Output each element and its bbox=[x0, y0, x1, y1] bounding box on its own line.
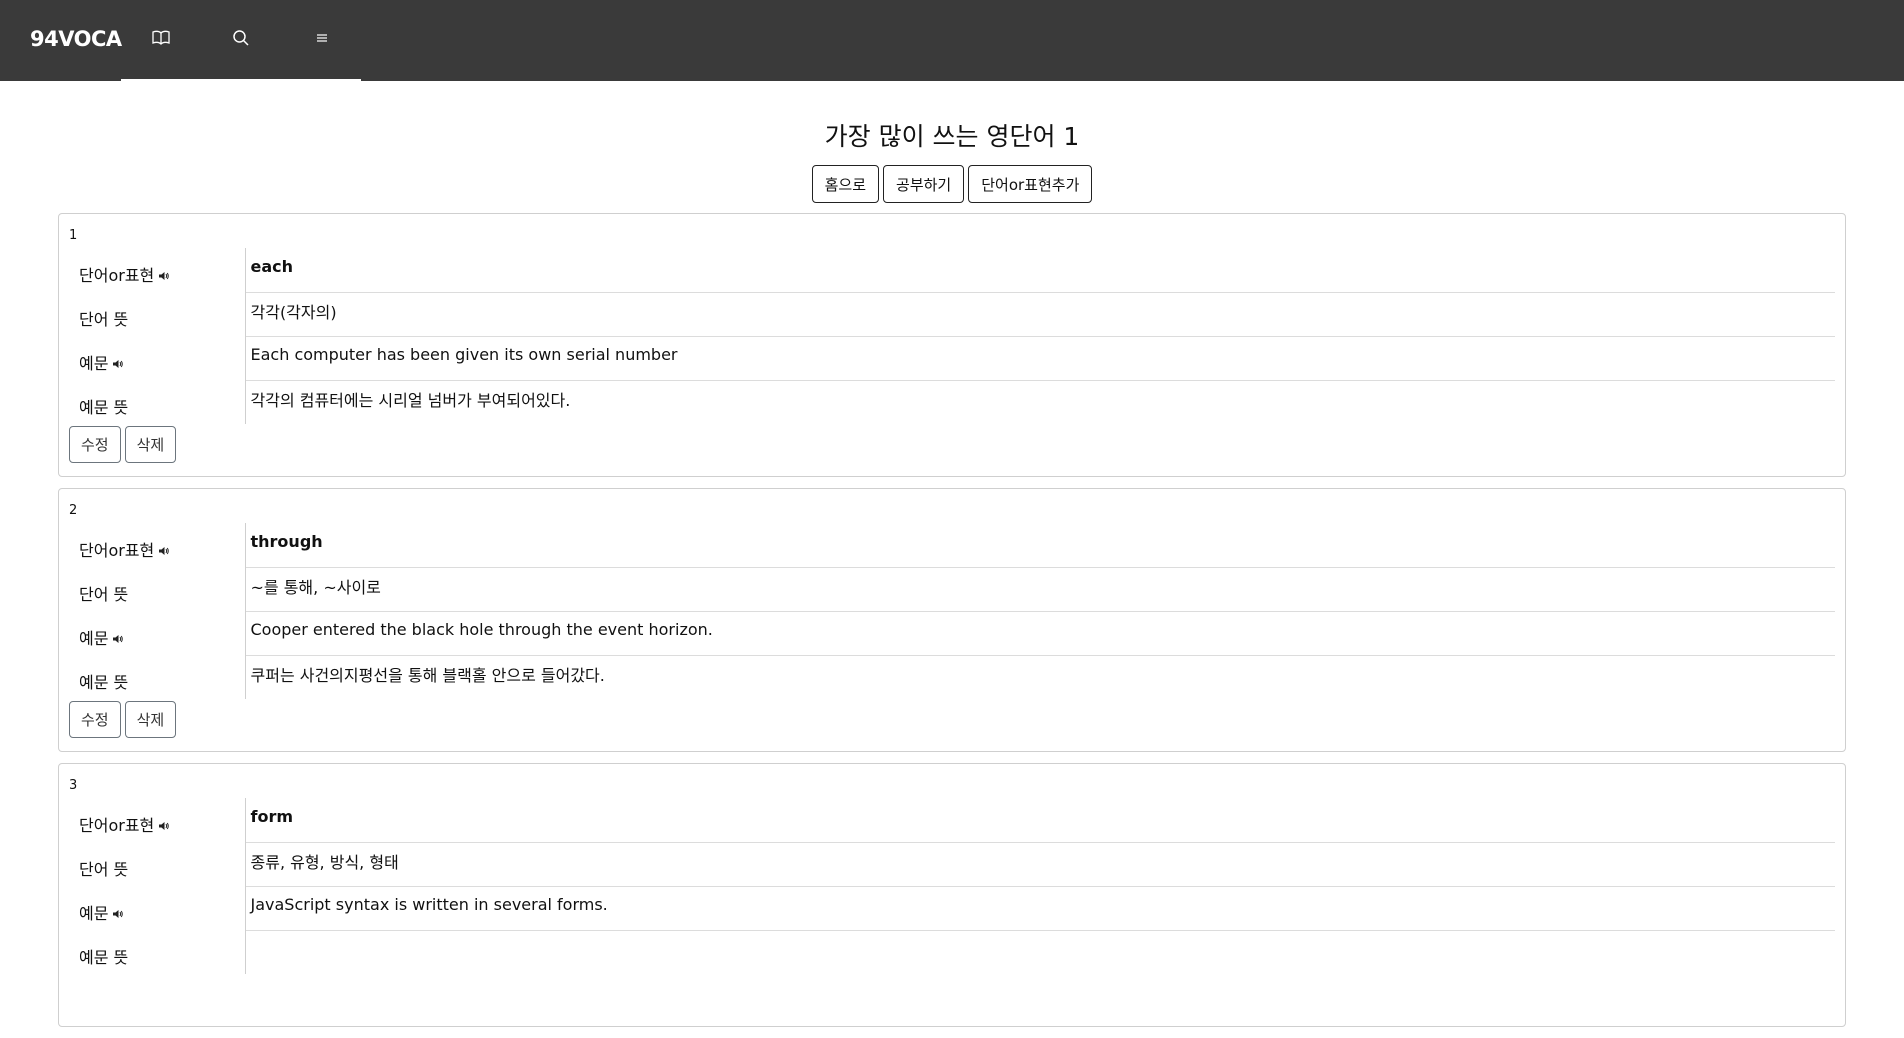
example-meaning-label: 예문 뜻 bbox=[69, 380, 246, 424]
card-number: 2 bbox=[69, 503, 78, 518]
word-table: 단어or표현 each 단어 뜻 각각(각자의) 예문 Each compute… bbox=[69, 248, 1835, 424]
add-word-button[interactable]: 단어or표현추가 bbox=[968, 165, 1093, 203]
word-label-cell: 단어or표현 bbox=[69, 798, 246, 842]
heading-area: 가장 많이 쓰는 영단어 1 bbox=[0, 117, 1904, 153]
example-meaning-value: 각각의 컴퓨터에는 시리얼 넘버가 부여되어있다. bbox=[250, 390, 571, 410]
example-label-cell: 예문 bbox=[69, 611, 246, 655]
card-actions: 수정 삭제 bbox=[69, 701, 1835, 738]
word-label: 단어or표현 bbox=[79, 540, 155, 560]
example-value: Cooper entered the black hole through th… bbox=[245, 611, 1835, 656]
delete-button[interactable]: 삭제 bbox=[124, 426, 177, 463]
active-nav-indicator bbox=[121, 79, 361, 81]
example-value: Each computer has been given its own ser… bbox=[245, 336, 1835, 381]
speaker-icon[interactable] bbox=[158, 267, 170, 286]
card-number: 1 bbox=[69, 228, 78, 243]
meaning-value: 종류, 유형, 방식, 형태 bbox=[245, 842, 1835, 887]
word-card: 1 단어or표현 each 단어 뜻 각각(각자의) 예문 Each compu… bbox=[58, 213, 1846, 477]
edit-button[interactable]: 수정 bbox=[69, 426, 121, 463]
meaning-value: ~를 통해, ~사이로 bbox=[245, 567, 1835, 612]
word-label: 단어or표현 bbox=[79, 265, 155, 285]
speaker-icon[interactable] bbox=[112, 630, 124, 649]
word-value: form bbox=[245, 798, 1835, 843]
study-button[interactable]: 공부하기 bbox=[883, 165, 965, 203]
example-label: 예문 bbox=[79, 628, 109, 648]
word-table: 단어or표현 form 단어 뜻 종류, 유형, 방식, 형태 예문 JavaS… bbox=[69, 798, 1835, 974]
card-actions: 수정 삭제 bbox=[69, 426, 1835, 463]
example-label-cell: 예문 bbox=[69, 336, 246, 380]
meaning-label: 단어 뜻 bbox=[69, 842, 246, 886]
page-title: 가장 많이 쓰는 영단어 1 bbox=[824, 122, 1080, 151]
book-icon[interactable] bbox=[151, 28, 173, 50]
word-label-cell: 단어or표현 bbox=[69, 248, 246, 292]
search-icon[interactable] bbox=[231, 28, 253, 50]
word-table: 단어or표현 through 단어 뜻 ~를 통해, ~사이로 예문 Coope… bbox=[69, 523, 1835, 699]
example-label-cell: 예문 bbox=[69, 886, 246, 930]
top-navbar: 94VOCA bbox=[0, 0, 1904, 81]
example-label: 예문 bbox=[79, 353, 109, 373]
meaning-value: 각각(각자의) bbox=[245, 292, 1835, 337]
example-label: 예문 bbox=[79, 903, 109, 923]
meaning-label: 단어 뜻 bbox=[69, 292, 246, 336]
speaker-icon[interactable] bbox=[112, 355, 124, 374]
speaker-icon[interactable] bbox=[158, 817, 170, 836]
card-number: 3 bbox=[69, 778, 78, 793]
word-card: 3 단어or표현 form 단어 뜻 종류, 유형, 방식, 형태 예문 Jav… bbox=[58, 763, 1846, 1027]
example-meaning-value: 쿠퍼는 사건의지평선을 통해 블랙홀 안으로 들어갔다. bbox=[250, 665, 605, 685]
brand-logo[interactable]: 94VOCA bbox=[30, 27, 122, 51]
word-label: 단어or표현 bbox=[79, 815, 155, 835]
delete-button[interactable]: 삭제 bbox=[124, 701, 177, 738]
example-value: JavaScript syntax is written in several … bbox=[245, 886, 1835, 931]
speaker-icon[interactable] bbox=[158, 542, 170, 561]
word-label-cell: 단어or표현 bbox=[69, 523, 246, 567]
edit-button[interactable]: 수정 bbox=[69, 701, 121, 738]
speaker-icon[interactable] bbox=[112, 905, 124, 924]
top-button-group: 홈으로 공부하기 단어or표현추가 bbox=[0, 165, 1904, 203]
word-card-list: 1 단어or표현 each 단어 뜻 각각(각자의) 예문 Each compu… bbox=[58, 213, 1846, 1038]
word-value: each bbox=[245, 248, 1835, 293]
example-meaning-label: 예문 뜻 bbox=[69, 655, 246, 699]
menu-icon[interactable] bbox=[312, 28, 334, 50]
word-value: through bbox=[245, 523, 1835, 568]
meaning-label: 단어 뜻 bbox=[69, 567, 246, 611]
home-button[interactable]: 홈으로 bbox=[811, 165, 880, 203]
word-card: 2 단어or표현 through 단어 뜻 ~를 통해, ~사이로 예문 Coo… bbox=[58, 488, 1846, 752]
